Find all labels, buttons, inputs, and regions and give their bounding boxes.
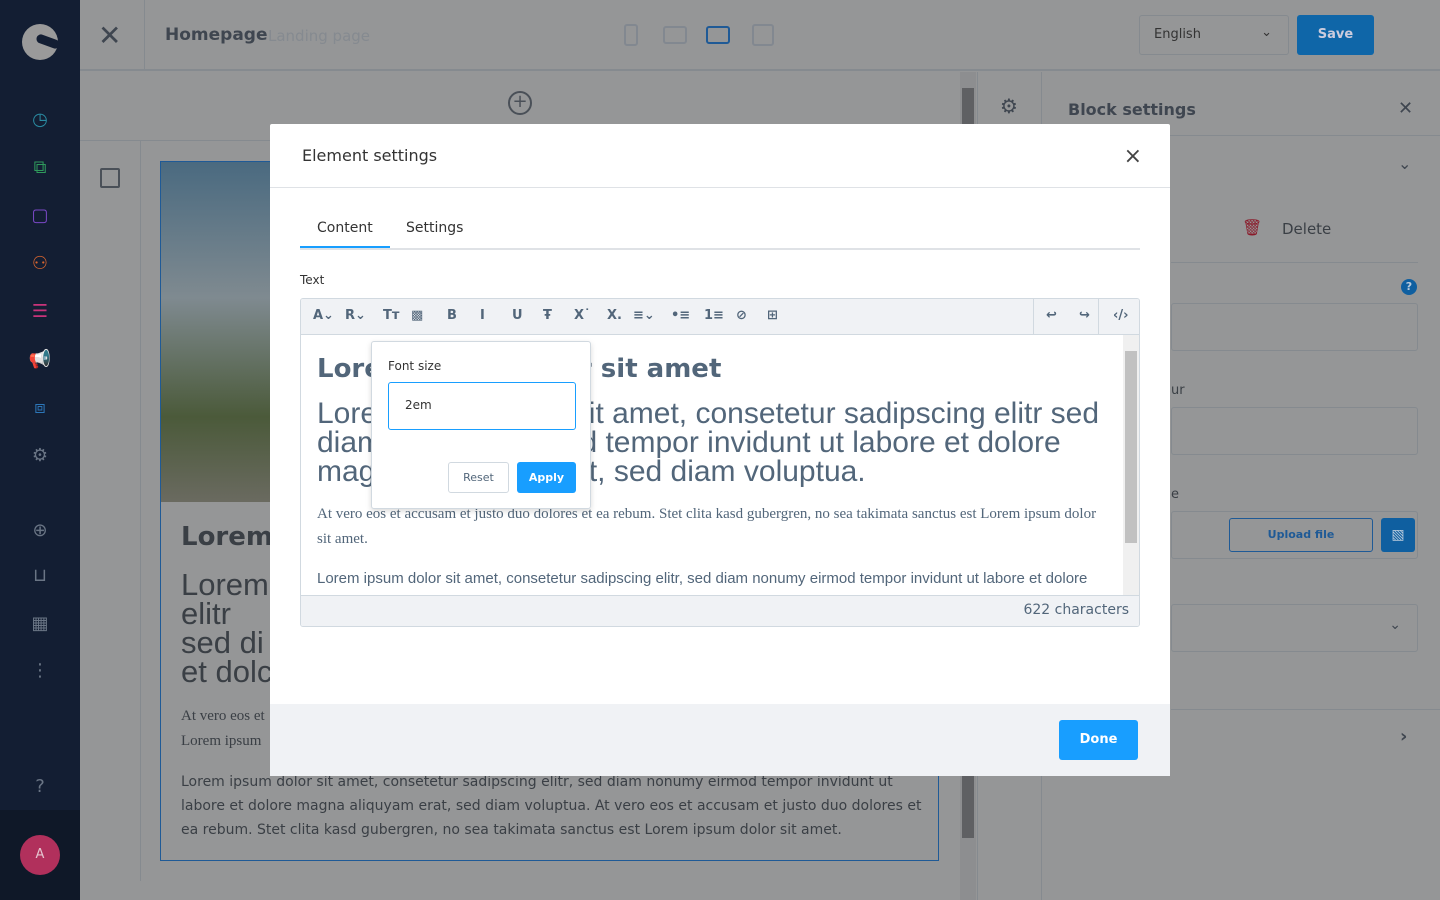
gear-icon[interactable]: ⚙: [1000, 94, 1018, 118]
help-icon[interactable]: ?: [1401, 279, 1417, 295]
done-button[interactable]: Done: [1059, 720, 1138, 760]
subscript-icon[interactable]: X.: [607, 308, 622, 323]
image-icon[interactable]: ▧: [1381, 518, 1415, 552]
tabs: Content Settings: [300, 210, 1140, 250]
mobile-view-icon[interactable]: [624, 24, 638, 46]
content-serif-text: At vero eos et accusam et justo duo dolo…: [317, 506, 1097, 547]
font-format-icon[interactable]: R⌄: [345, 308, 366, 323]
link-icon[interactable]: ⊘: [736, 308, 747, 323]
bold-icon[interactable]: B: [447, 308, 457, 323]
block-image: [161, 162, 271, 502]
divider: [144, 0, 145, 70]
input-field[interactable]: [1171, 303, 1418, 351]
close-icon[interactable]: ×: [1124, 144, 1142, 169]
catalog-icon[interactable]: ⧉: [28, 156, 52, 180]
list-view-icon[interactable]: [752, 24, 774, 46]
extensions-icon[interactable]: ⧈: [28, 396, 52, 420]
block-heading: Lorem: [181, 522, 273, 552]
avatar[interactable]: A: [20, 835, 60, 875]
bullet-list-icon[interactable]: •≡: [671, 308, 690, 323]
undo-icon[interactable]: ↩: [1046, 308, 1057, 323]
select-field[interactable]: ⌄: [1171, 604, 1418, 652]
language-select[interactable]: English ⌄: [1139, 15, 1289, 55]
modal-title: Element settings: [270, 124, 1170, 188]
block-paragraph: Lorem ipsum dolor sit amet, consetetur s…: [181, 774, 922, 838]
table-icon[interactable]: ⊞: [767, 308, 778, 323]
italic-icon[interactable]: I: [480, 308, 485, 323]
reset-button[interactable]: Reset: [448, 462, 509, 493]
page-type: Landing page: [268, 27, 371, 45]
input-field[interactable]: [1171, 407, 1418, 455]
character-count: 622 characters: [301, 595, 1139, 626]
trash-icon[interactable]: 🗑: [1242, 218, 1262, 237]
delete-button[interactable]: Delete: [1282, 220, 1331, 238]
numbered-list-icon[interactable]: 1≡: [704, 308, 724, 323]
upload-file-button[interactable]: Upload file: [1229, 518, 1373, 552]
font-size-label: Font size: [388, 359, 442, 373]
shopware-logo[interactable]: [22, 24, 58, 60]
strikethrough-icon[interactable]: Ŧ: [543, 308, 552, 323]
divider: [140, 141, 141, 881]
basket-icon[interactable]: ⊔: [28, 564, 52, 588]
settings-icon[interactable]: ⚙: [28, 444, 52, 468]
chevron-down-icon: ⌄: [1261, 25, 1272, 40]
customers-icon[interactable]: ⚇: [28, 252, 52, 276]
apply-button[interactable]: Apply: [517, 462, 576, 493]
field-label: ur: [1171, 383, 1185, 398]
help-icon[interactable]: ?: [28, 775, 52, 799]
marketing-icon[interactable]: 📢: [28, 348, 52, 372]
chevron-down-icon: ⌄: [1389, 617, 1401, 633]
close-icon[interactable]: ✕: [98, 22, 121, 50]
orders-icon[interactable]: ▢: [28, 204, 52, 228]
field-label: e: [1171, 487, 1179, 502]
top-bar: ✕ Homepage Landing page English ⌄ Save: [80, 0, 1440, 71]
font-size-popover: Font size 2em Reset Apply: [371, 341, 591, 509]
add-section-icon[interactable]: +: [508, 91, 532, 115]
divider: [1171, 709, 1440, 710]
add-icon[interactable]: ⊕: [28, 519, 52, 543]
more-icon[interactable]: ⋮: [28, 659, 52, 683]
close-icon[interactable]: ✕: [1398, 98, 1413, 119]
underline-icon[interactable]: U: [512, 308, 523, 323]
divider: [1171, 262, 1418, 263]
redo-icon[interactable]: ↪: [1079, 308, 1090, 323]
language-value: English: [1154, 27, 1201, 42]
element-settings-modal: Element settings × Content Settings Text…: [270, 124, 1170, 776]
content-paragraph: Lorem ipsum dolor sit amet, consetetur s…: [317, 570, 1088, 587]
save-button[interactable]: Save: [1297, 15, 1374, 55]
layout-icon[interactable]: [100, 168, 120, 188]
tablet-view-icon[interactable]: [663, 26, 687, 44]
font-size-icon[interactable]: Tт: [383, 308, 399, 323]
panel-title: Block settings: [1068, 100, 1196, 119]
desktop-view-icon[interactable]: [706, 26, 730, 44]
toolbar-divider: [1033, 299, 1034, 335]
block-big-text: Lorem elitr sed di et dolc: [181, 567, 273, 689]
block-serif-text: At vero eos et: [181, 708, 265, 724]
superscript-icon[interactable]: X˙: [574, 308, 591, 323]
chevron-down-icon[interactable]: ⌄: [1398, 154, 1411, 173]
font-family-icon[interactable]: A⌄: [313, 308, 334, 323]
chevron-right-icon[interactable]: ›: [1400, 726, 1407, 747]
tab-settings[interactable]: Settings: [406, 220, 463, 236]
sidebar: ◷ ⧉ ▢ ⚇ ☰ 📢 ⧈ ⚙ ⊕ ⊔ ▦ ⋮? A: [0, 0, 80, 900]
code-view-icon[interactable]: ‹/›: [1113, 308, 1128, 323]
font-size-input[interactable]: 2em: [388, 382, 576, 430]
store-icon[interactable]: ▦: [28, 612, 52, 636]
block-serif-text-2: Lorem ipsum: [181, 733, 262, 749]
color-icon[interactable]: ▩: [411, 308, 423, 323]
editor-toolbar: A⌄ R⌄ Tт ▩ B I U Ŧ X˙ X. ≡⌄ •≡ 1≡ ⊘ ⊞ ↩ ↪ ‹/›: [301, 299, 1139, 335]
content-icon[interactable]: ☰: [28, 300, 52, 324]
editor-scrollbar[interactable]: [1123, 335, 1139, 595]
dashboard-icon[interactable]: ◷: [28, 108, 52, 132]
page-title: Homepage: [165, 25, 268, 45]
text-label: Text: [300, 273, 325, 287]
modal-footer: Done: [270, 704, 1170, 776]
tab-content[interactable]: Content: [300, 220, 390, 248]
align-icon[interactable]: ≡⌄: [633, 308, 655, 323]
toolbar-divider: [1098, 299, 1099, 335]
